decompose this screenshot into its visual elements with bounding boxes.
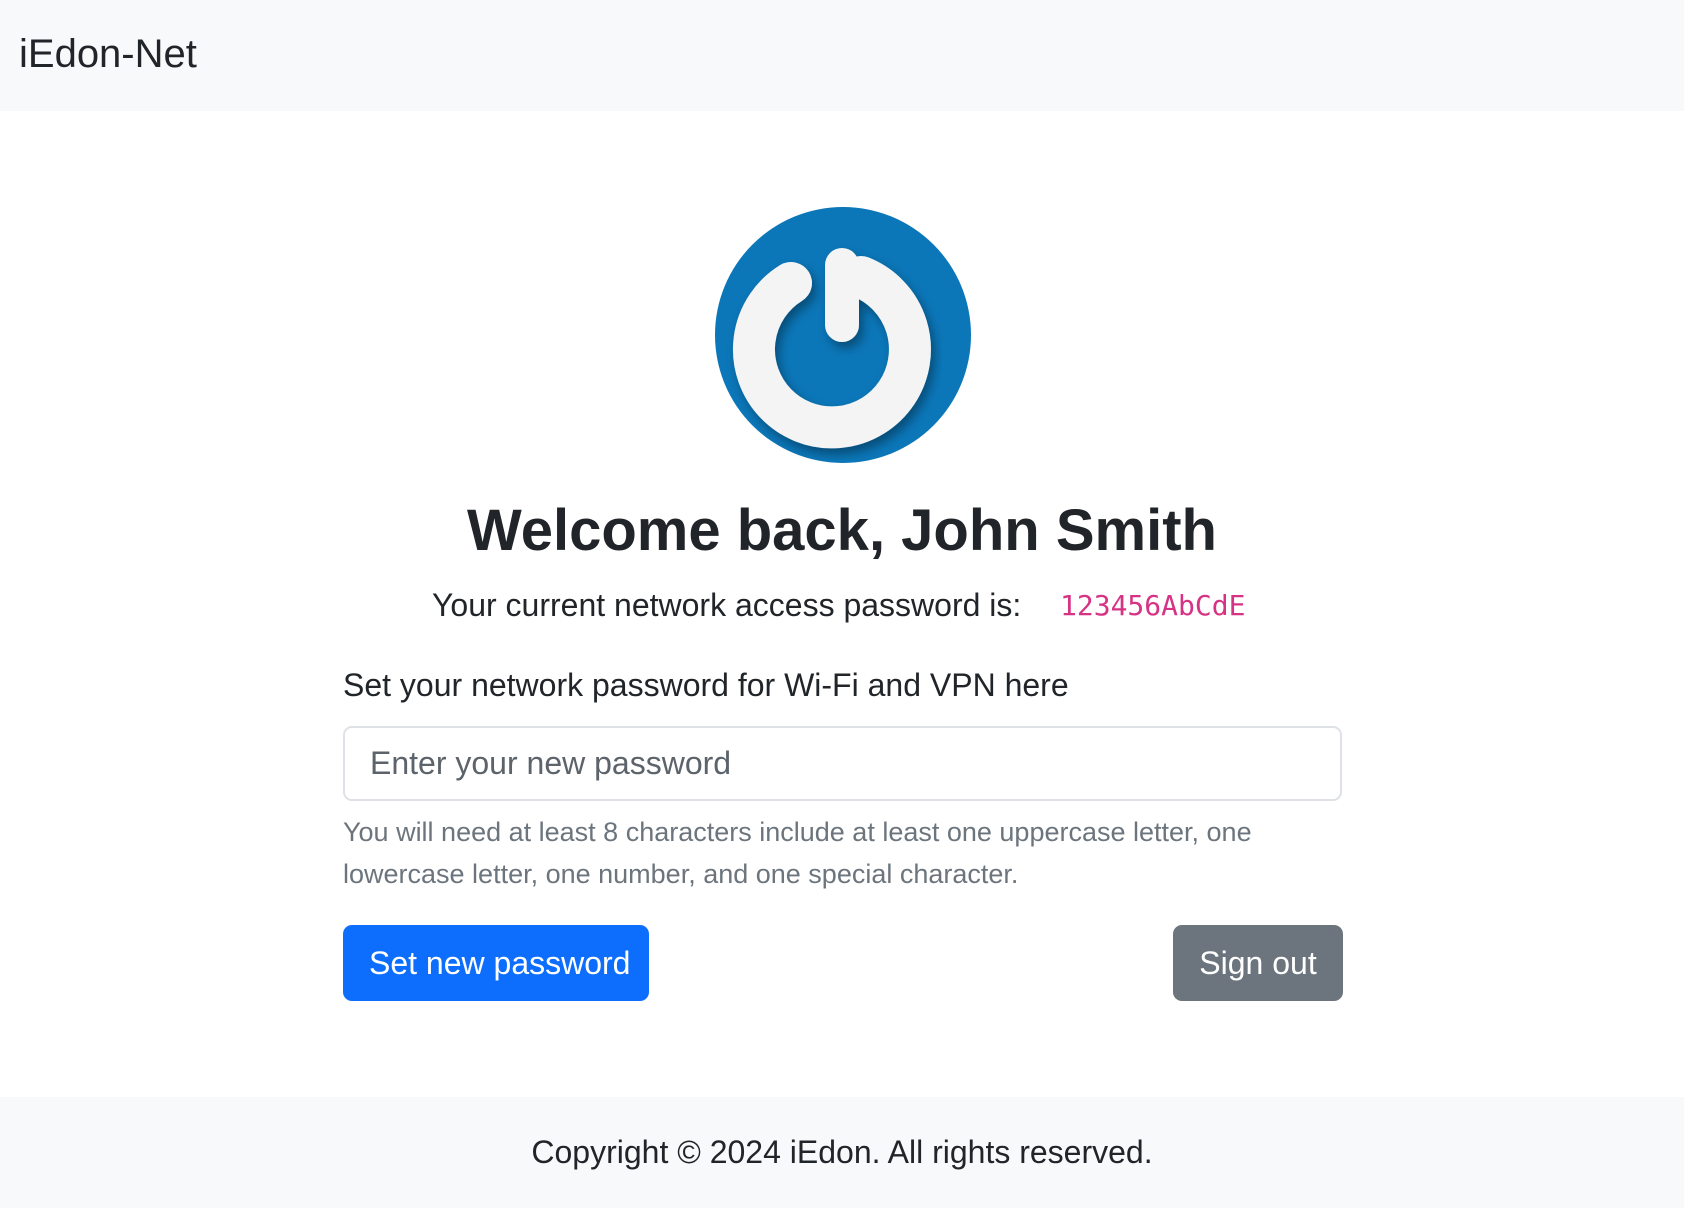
new-password-input[interactable] <box>343 726 1342 801</box>
current-password-label: Your current network access password is: <box>432 587 1022 623</box>
power-icon <box>715 207 971 463</box>
new-password-label: Set your network password for Wi-Fi and … <box>343 667 1069 703</box>
set-new-password-button[interactable]: Set new password <box>343 925 649 1001</box>
password-help-text: You will need at least 8 characters incl… <box>343 817 1252 889</box>
sign-out-button[interactable]: Sign out <box>1173 925 1343 1001</box>
current-password-value: 123456AbCdE <box>1060 589 1246 622</box>
brand-link[interactable]: iEdon-Net <box>19 30 197 78</box>
copyright-text: Copyright © 2024 iEdon. All rights reser… <box>531 1134 1153 1170</box>
navbar: iEdon-Net <box>0 0 1684 111</box>
footer: Copyright © 2024 iEdon. All rights reser… <box>0 1097 1684 1208</box>
welcome-heading: Welcome back, John Smith <box>467 498 1217 563</box>
